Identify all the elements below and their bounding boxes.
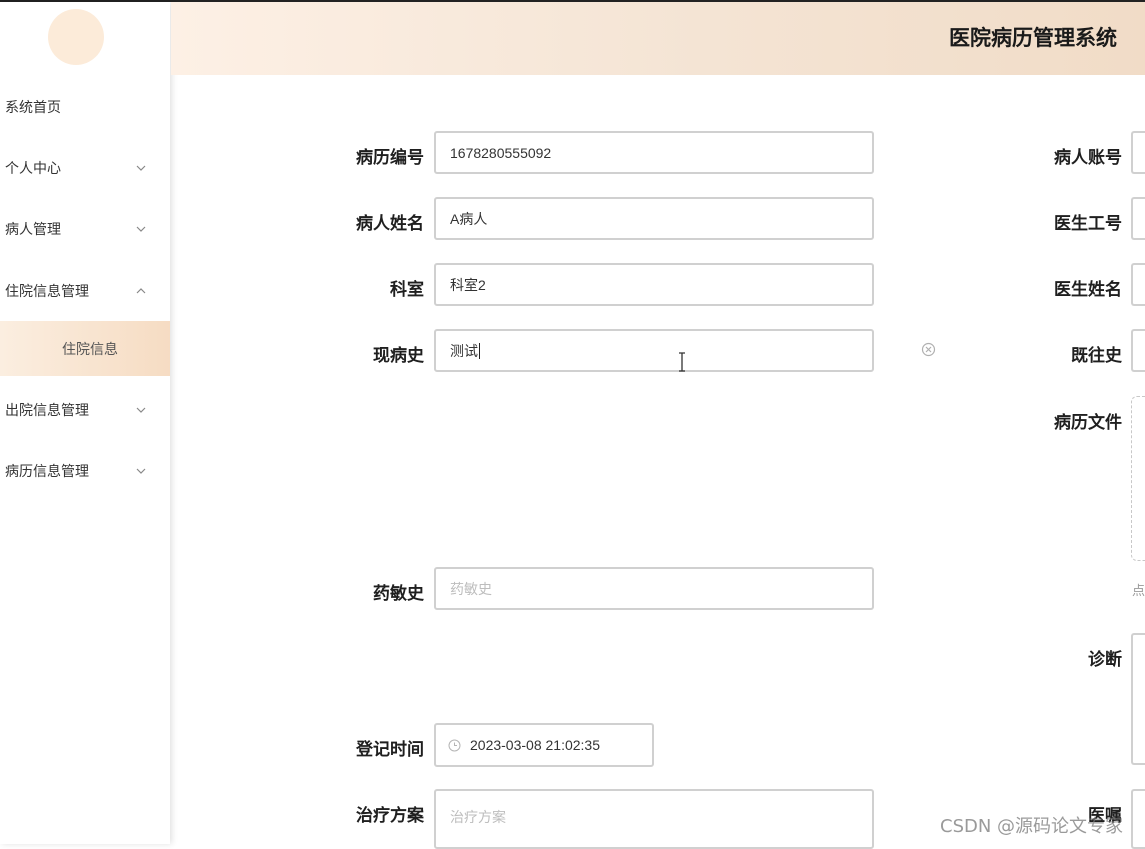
patient-name-value: A病人 xyxy=(450,210,488,227)
record-no-input[interactable]: 1678280555092 xyxy=(434,131,874,174)
record-file-upload[interactable] xyxy=(1131,396,1145,561)
register-time-value: 2023-03-08 21:02:35 xyxy=(470,737,600,753)
clear-icon[interactable] xyxy=(921,342,936,357)
medical-order-textarea[interactable] xyxy=(1131,789,1145,849)
sidebar-subitem-label: 住院信息 xyxy=(62,341,118,358)
sidebar-item-personal-center[interactable]: 个人中心 xyxy=(0,148,170,188)
record-no-value: 1678280555092 xyxy=(450,144,552,161)
upload-hint: 点 xyxy=(1132,584,1145,599)
avatar[interactable] xyxy=(48,9,104,65)
department-input[interactable]: 科室2 xyxy=(434,263,874,306)
past-history-label: 既往史 xyxy=(1071,346,1122,366)
doctor-id-input[interactable] xyxy=(1131,197,1145,240)
sidebar-item-label: 住院信息管理 xyxy=(5,284,89,300)
clock-icon xyxy=(448,739,461,751)
register-time-label: 登记时间 xyxy=(356,740,424,760)
allergy-label: 药敏史 xyxy=(373,584,424,604)
treatment-placeholder: 治疗方案 xyxy=(450,809,506,825)
sidebar: 系统首页 个人中心 病人管理 住院信息管理 住院信息 出院信息管理 病历信息管理 xyxy=(0,2,170,844)
treatment-textarea[interactable]: 治疗方案 xyxy=(434,789,874,849)
sidebar-item-label: 个人中心 xyxy=(5,161,61,177)
present-illness-value: 测试 xyxy=(450,342,478,359)
doctor-name-input[interactable] xyxy=(1131,263,1145,306)
patient-name-input[interactable]: A病人 xyxy=(434,197,874,240)
allergy-placeholder: 药敏史 xyxy=(450,580,492,597)
sidebar-item-medical-record-management[interactable]: 病历信息管理 xyxy=(0,451,170,491)
sidebar-item-label: 系统首页 xyxy=(5,100,61,116)
sidebar-item-label: 病历信息管理 xyxy=(5,464,89,480)
department-label: 科室 xyxy=(390,280,424,300)
watermark: CSDN @源码论文专家 xyxy=(940,816,1124,837)
past-history-input[interactable] xyxy=(1131,329,1145,372)
sidebar-item-patient-management[interactable]: 病人管理 xyxy=(0,209,170,249)
record-no-label: 病历编号 xyxy=(356,148,424,168)
patient-name-label: 病人姓名 xyxy=(356,214,424,234)
doctor-id-label: 医生工号 xyxy=(1054,214,1122,234)
text-cursor-icon xyxy=(679,352,685,372)
present-illness-label: 现病史 xyxy=(373,346,424,366)
sidebar-item-home[interactable]: 系统首页 xyxy=(0,87,170,127)
sidebar-item-discharge-management[interactable]: 出院信息管理 xyxy=(0,390,170,430)
present-illness-input[interactable]: 测试 xyxy=(434,329,874,372)
page-title: 医院病历管理系统 xyxy=(949,26,1117,50)
chevron-down-icon xyxy=(136,226,146,232)
chevron-down-icon xyxy=(136,468,146,474)
patient-account-input[interactable] xyxy=(1131,131,1145,174)
sidebar-subitem-inpatient-info[interactable]: 住院信息 xyxy=(0,321,170,376)
patient-account-label: 病人账号 xyxy=(1054,148,1122,168)
chevron-down-icon xyxy=(136,407,146,413)
treatment-label: 治疗方案 xyxy=(356,806,424,826)
doctor-name-label: 医生姓名 xyxy=(1054,280,1122,300)
sidebar-item-label: 出院信息管理 xyxy=(5,403,89,419)
register-time-picker[interactable]: 2023-03-08 21:02:35 xyxy=(434,723,654,767)
chevron-up-icon xyxy=(136,288,146,294)
diagnosis-textarea[interactable] xyxy=(1131,633,1145,765)
header: 医院病历管理系统 xyxy=(171,2,1145,75)
sidebar-item-label: 病人管理 xyxy=(5,222,61,238)
chevron-down-icon xyxy=(136,165,146,171)
text-caret xyxy=(479,342,480,359)
sidebar-item-inpatient-management[interactable]: 住院信息管理 xyxy=(0,271,170,311)
allergy-input[interactable]: 药敏史 xyxy=(434,567,874,610)
department-value: 科室2 xyxy=(450,276,486,293)
diagnosis-label: 诊断 xyxy=(1088,650,1122,670)
record-file-label: 病历文件 xyxy=(1054,413,1122,433)
